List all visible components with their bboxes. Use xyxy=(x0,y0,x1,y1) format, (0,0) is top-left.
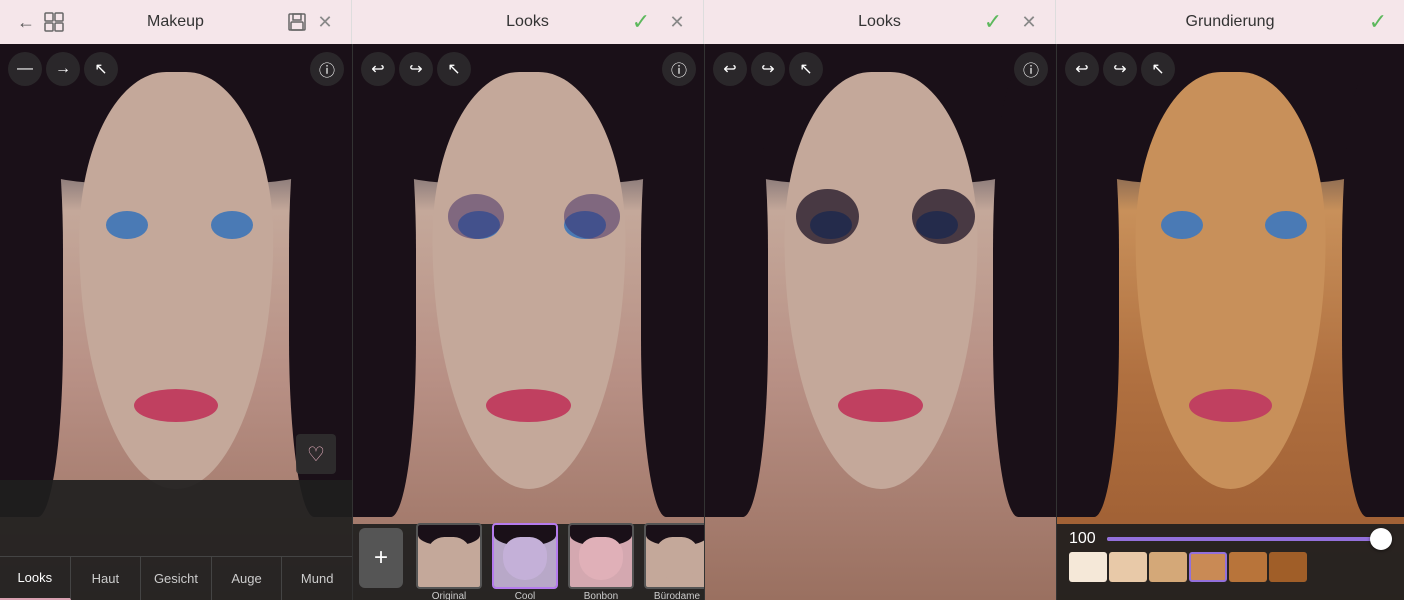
grid-icon[interactable] xyxy=(40,8,68,36)
swatch-3[interactable] xyxy=(1149,552,1187,582)
looks-thumbnails: + Original xyxy=(353,524,704,600)
panel-4-toolbar-left: ↩ ↪ ↖ xyxy=(1065,52,1175,86)
crop-icon-1[interactable]: ↖ xyxy=(84,52,118,86)
close-button-1[interactable]: ✕ xyxy=(311,8,339,36)
look-item-cool[interactable]: Cool xyxy=(489,523,561,600)
foundation-panel: 100 xyxy=(1057,524,1404,600)
tab-haut[interactable]: Haut xyxy=(71,557,142,600)
panel-2-toolbar: ⓘ xyxy=(662,52,696,86)
undo-icon-3[interactable]: ↩ xyxy=(713,52,747,86)
check-button-1[interactable]: ✓ xyxy=(627,8,655,36)
photo-panel-original: ⓘ — → ↖ ♡ Looks Haut Gesicht Auge Mund xyxy=(0,44,352,600)
swatch-6[interactable] xyxy=(1269,552,1307,582)
redo-icon-4[interactable]: ↪ xyxy=(1103,52,1137,86)
redo-icon-1[interactable]: → xyxy=(46,52,80,86)
panel-2-toolbar-left: ↩ ↪ ↖ xyxy=(361,52,471,86)
header-grundierung: Grundierung ✓ xyxy=(1056,0,1404,44)
bookmark-area: ♡ xyxy=(296,434,336,474)
swatch-5[interactable] xyxy=(1229,552,1267,582)
add-look-button[interactable]: + xyxy=(359,528,403,588)
swatch-4[interactable] xyxy=(1189,552,1227,582)
swatch-2[interactable] xyxy=(1109,552,1147,582)
photo-panel-grundierung: ↩ ↪ ↖ 100 xyxy=(1056,44,1404,600)
tab-gesicht[interactable]: Gesicht xyxy=(141,557,212,600)
look-item-burodame[interactable]: Bürodame xyxy=(641,523,704,600)
back-button[interactable]: ← xyxy=(12,8,40,36)
check-button-3[interactable]: ✓ xyxy=(1364,8,1392,36)
slider-value: 100 xyxy=(1069,530,1099,548)
color-swatches xyxy=(1065,548,1396,586)
info-icon-3[interactable]: ⓘ xyxy=(1014,52,1048,86)
bottom-bar-panel1: Looks Haut Gesicht Auge Mund xyxy=(0,480,352,600)
photo-panel-looks1: ⓘ ↩ ↪ ↖ + xyxy=(352,44,704,600)
opacity-slider-row: 100 xyxy=(1065,530,1396,548)
panel-3-toolbar: ⓘ xyxy=(1014,52,1048,86)
tab-looks[interactable]: Looks xyxy=(0,557,71,600)
photo-panel-looks2: ⓘ ↩ ↪ ↖ xyxy=(704,44,1056,600)
makeup-title: Makeup xyxy=(68,13,283,31)
grundierung-title: Grundierung xyxy=(1176,13,1284,31)
panel-1-toolbar: ⓘ xyxy=(310,52,344,86)
crop-icon-2[interactable]: ↖ xyxy=(437,52,471,86)
header-looks-1: Looks ✓ ✕ xyxy=(352,0,704,44)
info-icon-1[interactable]: ⓘ xyxy=(310,52,344,86)
look-item-bonbon[interactable]: Bonbon xyxy=(565,523,637,600)
save-icon[interactable] xyxy=(283,8,311,36)
looks-title-2: Looks xyxy=(825,13,934,31)
header-looks-2: Looks ✓ ✕ xyxy=(704,0,1056,44)
looks-title-1: Looks xyxy=(473,13,582,31)
panel-1-toolbar-left: — → ↖ xyxy=(8,52,118,86)
swatch-1[interactable] xyxy=(1069,552,1107,582)
redo-icon-2[interactable]: ↪ xyxy=(399,52,433,86)
minus-icon-1[interactable]: — xyxy=(8,52,42,86)
header-makeup: ← Makeup ✕ xyxy=(0,0,352,44)
undo-icon-2[interactable]: ↩ xyxy=(361,52,395,86)
tab-mund[interactable]: Mund xyxy=(282,557,352,600)
crop-icon-4[interactable]: ↖ xyxy=(1141,52,1175,86)
close-button-3[interactable]: ✕ xyxy=(1015,8,1043,36)
undo-icon-4[interactable]: ↩ xyxy=(1065,52,1099,86)
crop-icon-3[interactable]: ↖ xyxy=(789,52,823,86)
opacity-slider[interactable] xyxy=(1107,537,1392,541)
panel-3-toolbar-left: ↩ ↪ ↖ xyxy=(713,52,823,86)
category-tabs: Looks Haut Gesicht Auge Mund xyxy=(0,556,352,600)
bookmark-icon[interactable]: ♡ xyxy=(296,434,336,474)
look-item-original[interactable]: Original xyxy=(413,523,485,600)
check-button-2[interactable]: ✓ xyxy=(979,8,1007,36)
info-icon-2[interactable]: ⓘ xyxy=(662,52,696,86)
tab-auge[interactable]: Auge xyxy=(212,557,283,600)
redo-icon-3[interactable]: ↪ xyxy=(751,52,785,86)
close-button-2[interactable]: ✕ xyxy=(663,8,691,36)
